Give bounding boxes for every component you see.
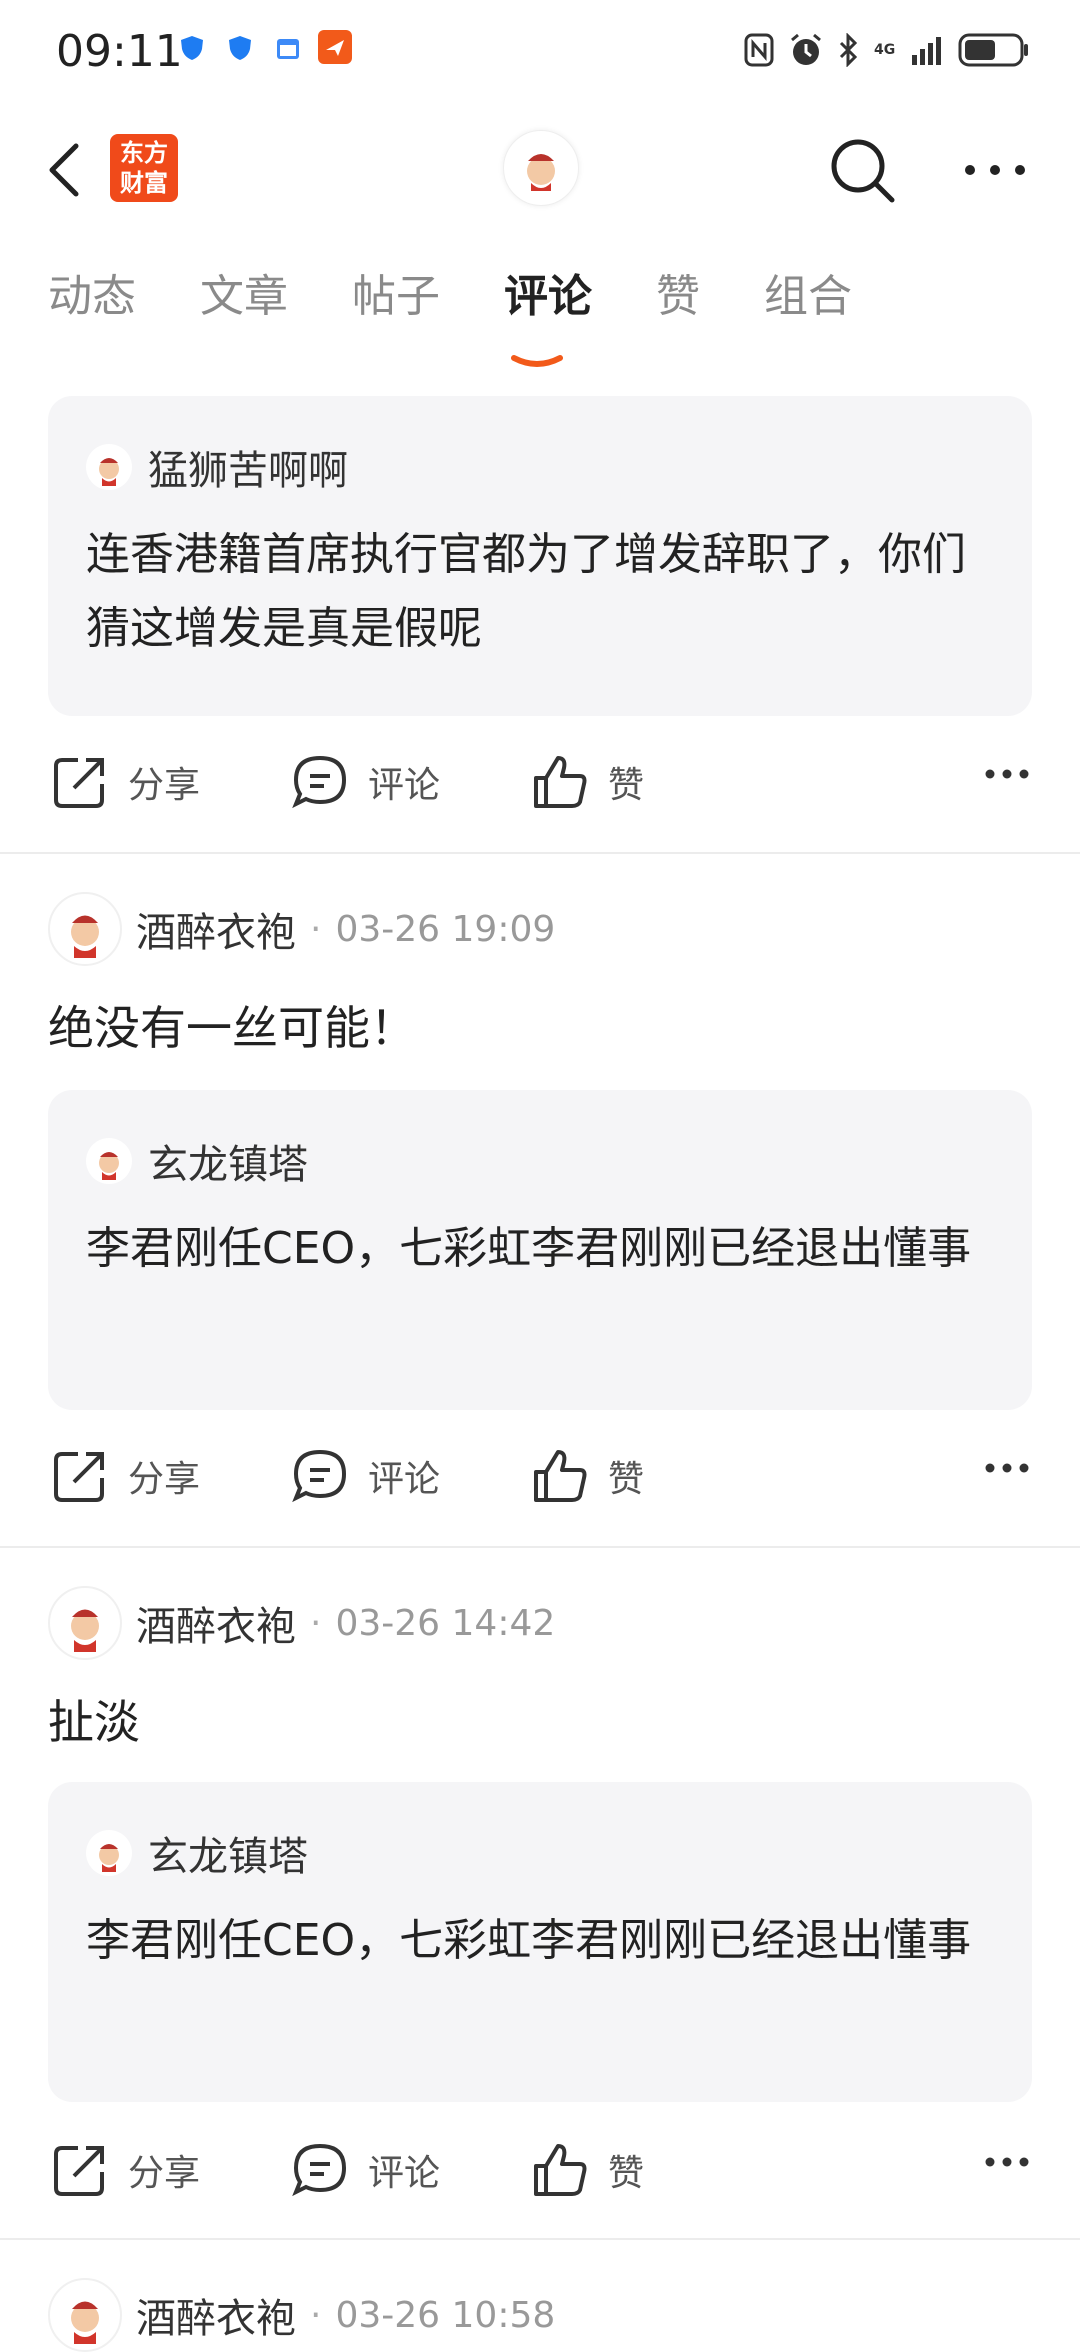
share-icon (54, 2146, 104, 2196)
shield-icon (229, 36, 251, 60)
comment-label: 评论 (368, 765, 441, 806)
active-tab-indicator (511, 355, 563, 367)
status-time: 09:11 (56, 26, 183, 77)
action-bar: 分享 评论 赞 (0, 730, 1080, 840)
app-notification-icon (318, 30, 352, 64)
avatar (86, 444, 132, 490)
share-label: 分享 (128, 2153, 201, 2194)
comment-header: 酒醉衣袍 · 03-26 19:09 (48, 892, 555, 966)
nfc-icon (744, 33, 774, 67)
separator: · (310, 1602, 322, 1644)
timestamp: 03-26 10:58 (335, 2294, 556, 2336)
quote-text: 连香港籍首席执行官都为了增发辞职了，你们猜这增发是真是假呢 (86, 529, 966, 654)
comment-icon (292, 2143, 347, 2197)
comment-label: 评论 (368, 1459, 441, 1500)
avatar[interactable] (503, 130, 579, 206)
comment-button[interactable]: 评论 (292, 754, 440, 810)
like-button[interactable]: 赞 (532, 2142, 644, 2198)
like-label: 赞 (608, 2153, 645, 2194)
comment-text: 绝没有一丝可能！ (48, 1001, 416, 1055)
avatar (86, 1830, 132, 1876)
comment-text: 扯淡 (48, 1695, 140, 1749)
comment-button[interactable]: 评论 (292, 1448, 440, 1504)
search-icon[interactable] (828, 136, 898, 206)
like-button[interactable]: 赞 (532, 754, 644, 810)
network-type: 4G (874, 42, 896, 58)
thumbs-up-icon (534, 2144, 587, 2196)
tab-articles[interactable]: 文章 (200, 260, 288, 340)
share-label: 分享 (128, 1459, 201, 1500)
author-name[interactable]: 酒醉衣袍 (136, 900, 296, 958)
quote-author-name[interactable]: 猛狮苦啊啊 (148, 438, 348, 496)
divider (0, 1546, 1080, 1548)
quote-author-name[interactable]: 玄龙镇塔 (148, 1132, 308, 1190)
divider (0, 2238, 1080, 2240)
tab-comments[interactable]: 评论 (504, 260, 592, 367)
shield-icon (181, 36, 203, 60)
share-icon (54, 1452, 104, 1502)
like-button[interactable]: 赞 (532, 1448, 644, 1504)
thumbs-up-icon (534, 756, 587, 808)
tab-dynamic[interactable]: 动态 (48, 260, 136, 340)
action-bar: 分享 评论 赞 (0, 1424, 1080, 1534)
action-bar: 分享 评论 赞 (0, 2118, 1080, 2228)
alarm-icon (791, 33, 821, 65)
quote-text: 李君刚任CEO，七彩虹李君刚刚已经退出懂事 (86, 1223, 972, 1274)
calendar-icon (277, 39, 299, 59)
tab-portfolio[interactable]: 组合 (764, 260, 852, 340)
back-arrow-icon[interactable] (44, 140, 84, 200)
status-right-icons: 4G (744, 28, 1030, 72)
more-options-icon[interactable] (984, 768, 1030, 780)
comment-header: 酒醉衣袍 · 03-26 10:58 (48, 2278, 555, 2352)
tab-comments-label: 评论 (504, 271, 592, 322)
tab-bar: 动态 文章 帖子 评论 赞 组合 (48, 260, 916, 367)
quote-text: 李君刚任CEO，七彩虹李君刚刚已经退出懂事 (86, 1915, 972, 1966)
timestamp: 03-26 14:42 (335, 1602, 556, 1644)
quoted-comment[interactable]: 玄龙镇塔 李君刚任CEO，七彩虹李君刚刚已经退出懂事 (48, 1782, 1032, 2102)
separator: · (310, 2294, 322, 2336)
comment-header: 酒醉衣袍 · 03-26 14:42 (48, 1586, 555, 1660)
more-icon[interactable] (960, 150, 1030, 190)
quote-author-name[interactable]: 玄龙镇塔 (148, 1824, 308, 1882)
tab-posts[interactable]: 帖子 (352, 260, 440, 340)
like-label: 赞 (608, 1459, 645, 1500)
avatar[interactable] (48, 2278, 122, 2352)
comment-icon (292, 755, 347, 809)
avatar (86, 1138, 132, 1184)
separator: · (310, 908, 322, 950)
share-button[interactable]: 分享 (52, 2142, 200, 2198)
more-options-icon[interactable] (984, 1462, 1030, 1474)
signal-icon (912, 37, 941, 65)
avatar[interactable] (48, 892, 122, 966)
share-icon (54, 758, 104, 808)
top-nav: 东方财富 (0, 110, 1080, 230)
like-label: 赞 (608, 765, 645, 806)
divider (0, 852, 1080, 854)
comment-icon (292, 1449, 347, 1503)
thumbs-up-icon (534, 1450, 587, 1502)
tab-likes[interactable]: 赞 (656, 260, 700, 340)
share-label: 分享 (128, 765, 201, 806)
comment-label: 评论 (368, 2153, 441, 2194)
app-logo: 东方财富 (110, 134, 178, 202)
more-options-icon[interactable] (984, 2156, 1030, 2168)
comment-button[interactable]: 评论 (292, 2142, 440, 2198)
share-button[interactable]: 分享 (52, 754, 200, 810)
quoted-comment[interactable]: 玄龙镇塔 李君刚任CEO，七彩虹李君刚刚已经退出懂事 (48, 1090, 1032, 1410)
avatar[interactable] (48, 1586, 122, 1660)
timestamp: 03-26 19:09 (335, 908, 556, 950)
share-button[interactable]: 分享 (52, 1448, 200, 1504)
status-bar: 09:11 4G (0, 0, 1080, 100)
author-name[interactable]: 酒醉衣袍 (136, 2286, 296, 2344)
quoted-comment[interactable]: 猛狮苦啊啊 连香港籍首席执行官都为了增发辞职了，你们猜这增发是真是假呢 (48, 396, 1032, 716)
author-name[interactable]: 酒醉衣袍 (136, 1594, 296, 1652)
bluetooth-icon (839, 33, 858, 67)
battery-icon (958, 33, 1028, 67)
